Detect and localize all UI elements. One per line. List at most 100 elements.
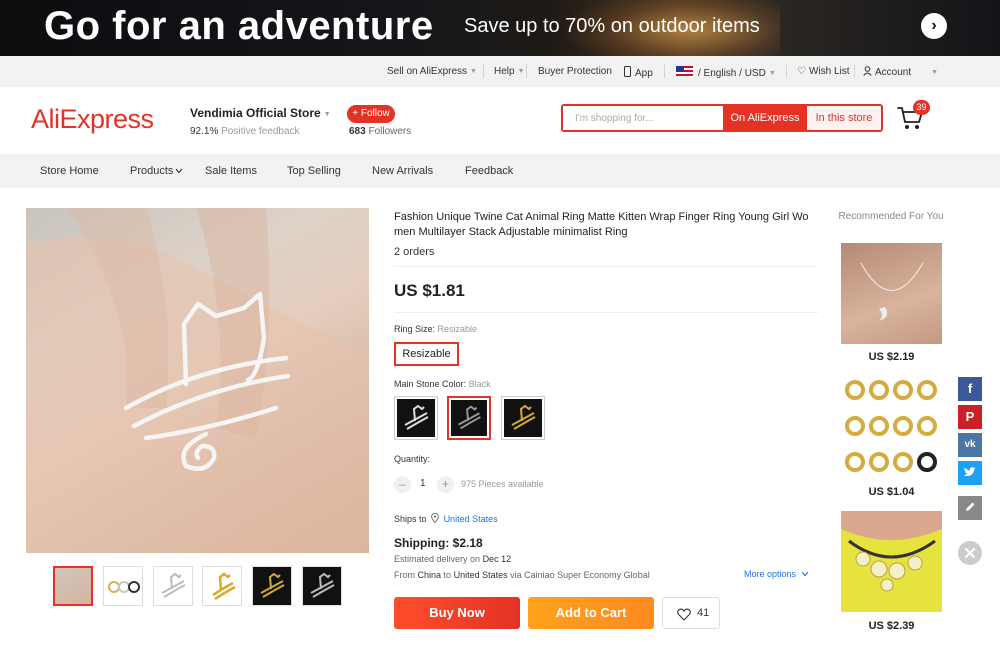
necklace-illustration: [860, 262, 924, 321]
promo-banner[interactable]: Go for an adventure Save up to 70% on ou…: [0, 0, 1000, 56]
chevron-down-icon: ▼: [517, 68, 525, 75]
search-on-aliexpress-button[interactable]: On AliExpress: [723, 106, 807, 130]
recommended-item-price: US $2.39: [868, 620, 915, 632]
product-title: Fashion Unique Twine Cat Animal Ring Mat…: [394, 211, 809, 238]
quantity-decrement-button[interactable]: –: [394, 476, 411, 493]
sell-on-aliexpress-link[interactable]: Sell on AliExpress ▼: [387, 66, 477, 77]
statement-necklace-illustration: [841, 511, 942, 592]
app-link[interactable]: App: [624, 66, 653, 79]
buyer-protection-link[interactable]: Buyer Protection: [538, 66, 612, 77]
aliexpress-logo[interactable]: AliExpress: [31, 104, 154, 135]
thumbnail[interactable]: [153, 566, 193, 606]
recommended-item-image[interactable]: [841, 243, 942, 344]
buy-now-button[interactable]: Buy Now: [394, 597, 520, 629]
ring-size-selected: Resizable: [437, 324, 478, 334]
swatch-image: [451, 400, 487, 436]
search-input[interactable]: [563, 106, 723, 130]
nav-new-arrivals[interactable]: New Arrivals: [372, 165, 433, 177]
quantity-value[interactable]: 1: [420, 478, 426, 489]
ring-size-option[interactable]: Resizable: [394, 342, 459, 366]
nav-store-home[interactable]: Store Home: [40, 165, 99, 177]
store-name-label: Vendimia Official Store: [190, 106, 321, 120]
chevron-down-icon: ▼: [768, 70, 776, 77]
thumbnail-image: [161, 572, 186, 598]
followers-number: 683: [349, 126, 366, 137]
shipping-route: From China to United States via Cainiao …: [394, 570, 650, 580]
close-icon[interactable]: [958, 541, 982, 565]
recommended-item-image[interactable]: [841, 376, 942, 477]
account-link[interactable]: Account ▼: [863, 66, 938, 78]
account-label: Account: [875, 67, 912, 78]
help-link[interactable]: Help ▼: [494, 66, 525, 77]
pinterest-icon[interactable]: P: [958, 405, 982, 429]
ring-size-title: Ring Size:: [394, 324, 436, 334]
nav-products[interactable]: Products: [130, 165, 183, 177]
to-country: United States: [453, 570, 508, 580]
from-prefix: From: [394, 570, 415, 580]
ships-to: Ships to United States: [394, 512, 498, 524]
top-utility-bar: Sell on AliExpress ▼ Help ▼ Buyer Protecti…: [0, 56, 1000, 87]
store-feedback: 92.1% Positive feedback: [190, 126, 300, 137]
divider: [483, 64, 484, 78]
follow-button[interactable]: + Follow: [347, 105, 395, 123]
nav-top-selling[interactable]: Top Selling: [287, 165, 341, 177]
delivery-date: Dec 12: [482, 554, 512, 564]
wish-list-label: Wish List: [808, 66, 850, 77]
vk-icon[interactable]: vk: [958, 433, 982, 457]
app-label: App: [635, 68, 653, 79]
color-swatch-gold[interactable]: [501, 396, 545, 440]
locale-label: / English /: [698, 68, 742, 79]
thumbnail-image: [55, 568, 91, 604]
thumbnail[interactable]: [252, 566, 292, 606]
nav-sale-items[interactable]: Sale Items: [205, 165, 257, 177]
pieces-available: 975 Pieces available: [461, 479, 544, 489]
wishlist-button[interactable]: 41: [662, 597, 720, 629]
thumbnail[interactable]: [53, 566, 93, 606]
location-pin-icon: [431, 512, 439, 524]
stone-color-label: Main Stone Color: Black: [394, 379, 491, 389]
stone-color-selected: Black: [468, 379, 491, 389]
thumbnail-image: [260, 572, 285, 598]
more-options-label: More options: [744, 569, 797, 579]
twitter-icon[interactable]: [958, 461, 982, 485]
shipping-method: via Cainiao Super Economy Global: [510, 570, 650, 580]
store-name[interactable]: Vendimia Official Store ▼: [190, 106, 331, 120]
product-main-image[interactable]: [26, 208, 369, 553]
thumbnail-image: [212, 572, 236, 601]
nav-feedback[interactable]: Feedback: [465, 165, 513, 177]
facebook-icon[interactable]: f: [958, 377, 982, 401]
quantity-increment-button[interactable]: +: [437, 476, 454, 493]
banner-subtitle: Save up to 70% on outdoor items: [464, 15, 760, 37]
wish-list-link[interactable]: ♡ Wish List: [797, 66, 850, 77]
edit-icon[interactable]: [958, 496, 982, 520]
cart-count-badge: 39: [913, 100, 930, 115]
locale-selector[interactable]: / English / USD ▼: [676, 66, 776, 79]
recommended-item-price: US $1.04: [868, 486, 915, 498]
thumbnail-image: [310, 572, 335, 598]
shipping-cost: Shipping: $2.18: [394, 536, 483, 550]
delivery-prefix: Estimated delivery on: [394, 554, 481, 564]
feedback-label: Positive feedback: [221, 126, 300, 137]
followers-label: Followers: [368, 126, 412, 137]
feedback-percent: 92.1%: [190, 126, 219, 137]
color-swatch-silver[interactable]: [394, 396, 438, 440]
ships-to-country-link[interactable]: United States: [444, 514, 498, 524]
add-to-cart-button[interactable]: Add to Cart: [528, 597, 654, 629]
color-swatch-black[interactable]: [447, 396, 491, 440]
wish-count: 41: [697, 607, 710, 619]
divider: [854, 64, 855, 78]
thumbnail[interactable]: [103, 566, 143, 606]
to-word: to: [443, 570, 452, 580]
thumbnail-image: [108, 581, 140, 593]
search-in-store-button[interactable]: In this store: [807, 106, 881, 130]
recommended-title: Recommended For You: [838, 211, 944, 222]
store-nav: Store Home Products Sale Items Top Selli…: [0, 154, 1000, 188]
recommended-item-image[interactable]: [841, 511, 942, 612]
chevron-right-icon[interactable]: ›: [921, 13, 947, 39]
thumbnail[interactable]: [202, 566, 242, 606]
more-options-link[interactable]: More options: [744, 569, 809, 579]
recommended-item-price: US $2.19: [868, 351, 915, 363]
ships-to-label: Ships to: [394, 514, 427, 524]
thumbnail[interactable]: [302, 566, 342, 606]
chevron-down-icon: ▼: [323, 111, 331, 118]
